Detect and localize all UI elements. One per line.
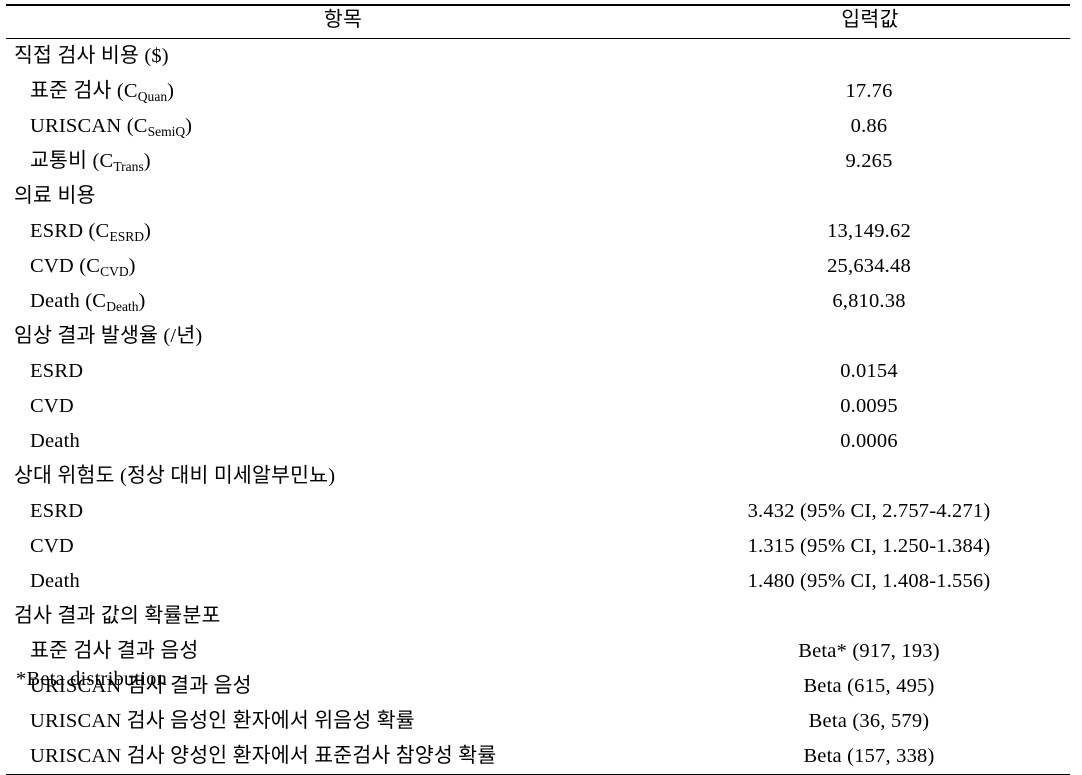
row-label-subscript: CVD	[100, 264, 129, 280]
row-label-subscript: Quan	[137, 89, 168, 105]
row-value: 1.480 (95% CI, 1.408-1.556)	[747, 569, 991, 592]
row-label: ESRD (CESRD)	[30, 219, 152, 245]
input-parameters-table: 항목 입력값 직접 검사 비용 ($) 표준 검사 (CQuan) 17.76 URI…	[6, 3, 1070, 775]
row-value: 1.315 (95% CI, 1.250-1.384)	[747, 534, 991, 557]
row-section-label: 상대 위험도 (정상 대비 미세알부민뇨)	[14, 464, 336, 487]
table-container: 항목 입력값 직접 검사 비용 ($) 표준 검사 (CQuan) 17.76 URI…	[0, 0, 1082, 775]
row-value: 0.0154	[840, 359, 898, 382]
row-value: Beta (36, 579)	[808, 709, 930, 732]
table-row: URISCAN 검사 양성인 환자에서 표준검사 참양성 확률 Beta (157…	[6, 738, 1070, 775]
table-row: CVD 0.0095	[6, 389, 1070, 424]
table-header: 항목 입력값	[6, 3, 1070, 39]
row-label: CVD (CCVD)	[30, 254, 136, 280]
row-section-label: 임상 결과 발생율 (/년)	[14, 324, 203, 347]
row-label: ESRD	[30, 499, 84, 522]
row-value	[670, 179, 1070, 214]
row-label: URISCAN (CSemiQ)	[30, 114, 193, 140]
row-label: 표준 검사 (CQuan)	[30, 79, 175, 105]
table-row: Death 1.480 (95% CI, 1.408-1.556)	[6, 564, 1070, 599]
table-row: CVD 1.315 (95% CI, 1.250-1.384)	[6, 529, 1070, 564]
row-value: 9.265	[845, 149, 893, 172]
row-value: 13,149.62	[827, 219, 911, 242]
row-value	[670, 319, 1070, 354]
table-row: 상대 위험도 (정상 대비 미세알부민뇨)	[6, 459, 1070, 494]
row-label: Death	[30, 429, 80, 452]
row-label: Death (CDeath)	[30, 289, 146, 315]
row-value	[670, 599, 1070, 634]
row-label-subscript: Death	[106, 299, 139, 315]
column-header-item: 항목	[6, 3, 670, 39]
table-row: ESRD (CESRD) 13,149.62	[6, 214, 1070, 249]
row-value: 17.76	[845, 79, 893, 102]
table-row: 직접 검사 비용 ($)	[6, 38, 1070, 74]
row-value: 3.432 (95% CI, 2.757-4.271)	[747, 499, 991, 522]
table-row: Death (CDeath) 6,810.38	[6, 284, 1070, 319]
row-label: 교통비 (CTrans)	[30, 149, 151, 175]
table-row: URISCAN (CSemiQ) 0.86	[6, 109, 1070, 144]
row-label: Death	[30, 569, 80, 592]
row-label: URISCAN 검사 양성인 환자에서 표준검사 참양성 확률	[6, 738, 670, 775]
column-header-value: 입력값	[670, 3, 1070, 39]
row-value: 0.86	[850, 114, 888, 137]
table-body: 직접 검사 비용 ($) 표준 검사 (CQuan) 17.76 URISCAN (C…	[6, 38, 1070, 775]
row-section-label: 검사 결과 값의 확률분포	[14, 604, 221, 627]
table-row: Death 0.0006	[6, 424, 1070, 459]
row-section-label: 의료 비용	[14, 184, 96, 207]
row-label: 표준 검사 결과 음성	[30, 639, 199, 662]
table-footnote: *Beta distribution	[16, 668, 168, 690]
row-value: 0.0095	[840, 394, 898, 417]
table-row: 교통비 (CTrans) 9.265	[6, 144, 1070, 179]
row-label: ESRD	[30, 359, 84, 382]
row-section-label: 직접 검사 비용 ($)	[14, 44, 169, 67]
row-value: Beta (615, 495)	[803, 674, 935, 697]
row-value: Beta (157, 338)	[670, 738, 1070, 775]
row-label-subscript: SemiQ	[147, 124, 186, 140]
table-row: 표준 검사 (CQuan) 17.76	[6, 74, 1070, 109]
table-row: 표준 검사 결과 음성 Beta* (917, 193)	[6, 634, 1070, 669]
row-label: CVD	[30, 534, 74, 557]
row-value	[670, 38, 1070, 74]
row-value: Beta* (917, 193)	[798, 639, 940, 662]
table-row: 임상 결과 발생율 (/년)	[6, 319, 1070, 354]
row-value	[670, 459, 1070, 494]
table-row: CVD (CCVD) 25,634.48	[6, 249, 1070, 284]
table-header-row: 항목 입력값	[6, 3, 1070, 39]
table-row: 의료 비용	[6, 179, 1070, 214]
table-row: ESRD 0.0154	[6, 354, 1070, 389]
table-row: URISCAN 검사 음성인 환자에서 위음성 확률 Beta (36, 579)	[6, 704, 1070, 739]
row-label: URISCAN 검사 음성인 환자에서 위음성 확률	[30, 709, 415, 732]
table-row: 검사 결과 값의 확률분포	[6, 599, 1070, 634]
table-row: ESRD 3.432 (95% CI, 2.757-4.271)	[6, 494, 1070, 529]
row-value: 6,810.38	[832, 289, 906, 312]
row-label: CVD	[30, 394, 74, 417]
row-value: 25,634.48	[827, 254, 911, 277]
row-value: 0.0006	[840, 429, 898, 452]
row-label-subscript: Trans	[113, 159, 144, 175]
row-label-subscript: ESRD	[109, 229, 144, 245]
